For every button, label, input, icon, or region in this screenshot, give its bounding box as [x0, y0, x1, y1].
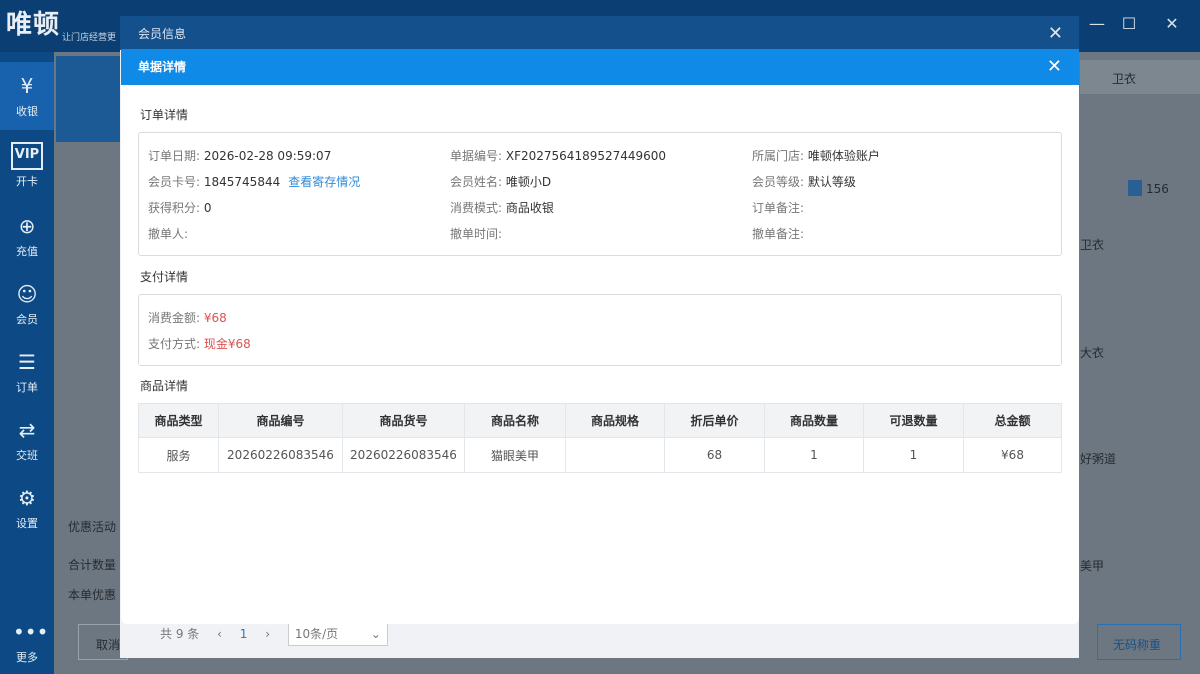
minimize-icon[interactable]: —	[1085, 14, 1109, 33]
member-icon: ☺	[16, 282, 38, 306]
app-logo: 唯顿	[6, 10, 61, 40]
order-note-field: 订单备注:	[752, 201, 805, 215]
window-close-icon[interactable]: ✕	[1160, 14, 1184, 33]
table-cell: 猫眼美甲	[464, 437, 566, 473]
goods-table: 商品类型 商品编号 商品货号 商品名称 商品规格 折后单价 商品数量 可退数量 …	[138, 403, 1062, 473]
bill-detail-title: 单据详情	[138, 60, 187, 74]
table-cell	[565, 437, 665, 473]
handover-icon: ⇄	[18, 418, 36, 442]
vip-card-icon: VIP	[11, 142, 43, 170]
table-cell: 68	[664, 437, 765, 473]
bill-detail-close-icon[interactable]: ✕	[1047, 49, 1062, 85]
revoker-field: 撤单人:	[148, 227, 189, 241]
bg-product-name[interactable]: 大衣	[1080, 344, 1104, 361]
table-row: 服务 20260226083546 20260226083546 猫眼美甲 68…	[138, 437, 1062, 473]
amount-field: 消费金额: ¥68	[148, 311, 227, 325]
sidebar-item-vip[interactable]: VIP 开卡	[0, 132, 54, 200]
table-cell: ¥68	[963, 437, 1062, 473]
column-header: 可退数量	[863, 403, 964, 438]
bg-badge-count: 156	[1146, 182, 1169, 196]
points-field: 获得积分: 0	[148, 201, 212, 215]
goods-section-title: 商品详情	[140, 379, 189, 393]
payment-section-title: 支付详情	[140, 270, 189, 284]
bg-promo-label: 优惠活动	[68, 520, 117, 534]
sidebar-item-handover[interactable]: ⇄ 交班	[0, 406, 54, 474]
member-name-field: 会员姓名: 唯顿小D	[450, 175, 552, 189]
sidebar-item-cashier[interactable]: ¥ 收银	[0, 62, 54, 130]
main-sidebar: ¥ 收银 VIP 开卡 ⊕ 充值 ☺ 会员 ☰ 订单 ⇄ 交班 ⚙ 设置 •••…	[0, 52, 54, 674]
member-info-header: 会员信息 ✕	[120, 16, 1079, 50]
chevron-down-icon: ⌄	[370, 627, 381, 641]
table-cell: 1	[764, 437, 864, 473]
member-info-title: 会员信息	[138, 27, 187, 41]
table-cell: 20260226083546	[218, 437, 343, 473]
revoke-note-field: 撤单备注:	[752, 227, 805, 241]
bg-discount-label: 本单优惠	[68, 588, 117, 602]
recharge-icon: ⊕	[18, 214, 36, 238]
cashier-icon: ¥	[20, 74, 34, 98]
column-header: 商品类型	[138, 403, 219, 438]
column-header: 商品编号	[218, 403, 343, 438]
maximize-icon[interactable]: ☐	[1117, 14, 1141, 33]
member-info-close-icon[interactable]: ✕	[1048, 16, 1063, 52]
table-cell: 20260226083546	[342, 437, 465, 473]
order-section-title: 订单详情	[140, 108, 189, 122]
pagination-total: 共 9 条	[160, 627, 200, 641]
card-no-field: 会员卡号: 1845745844 查看寄存情况	[148, 175, 361, 189]
bg-product-name[interactable]: 美甲	[1080, 557, 1104, 574]
member-avatar-card	[56, 56, 120, 142]
bg-product-name[interactable]: 好粥道	[1080, 450, 1116, 467]
column-header: 商品货号	[342, 403, 465, 438]
goods-table-header: 商品类型 商品编号 商品货号 商品名称 商品规格 折后单价 商品数量 可退数量 …	[138, 403, 1062, 438]
bg-tab-label[interactable]: 卫衣	[1112, 70, 1136, 87]
member-level-field: 会员等级: 默认等级	[752, 175, 856, 189]
sidebar-item-more[interactable]: ••• 更多	[0, 608, 54, 674]
order-icon: ☰	[18, 350, 36, 374]
more-icon: •••	[13, 620, 49, 644]
table-cell: 服务	[138, 437, 219, 473]
bill-detail-modal: 单据详情 ✕ 订单详情 订单日期: 2026-02-28 09:59:07 单据…	[121, 49, 1079, 624]
bg-tab-bar	[1080, 60, 1200, 94]
view-deposit-link[interactable]: 查看寄存情况	[288, 175, 360, 189]
page-size-select[interactable]: 10条/页 ⌄	[287, 622, 388, 646]
table-cell: 1	[863, 437, 964, 473]
order-date-field: 订单日期: 2026-02-28 09:59:07	[148, 149, 332, 163]
bill-no-field: 单据编号: XF2027564189527449600	[450, 149, 667, 163]
column-header: 商品规格	[565, 403, 665, 438]
payment-detail-box: 消费金额: ¥68 支付方式: 现金¥68	[138, 294, 1062, 366]
order-detail-box: 订单日期: 2026-02-28 09:59:07 单据编号: XF202756…	[138, 132, 1062, 256]
pagination-next-icon[interactable]: ›	[265, 627, 270, 641]
sidebar-item-member[interactable]: ☺ 会员	[0, 270, 54, 338]
bg-total-qty-label: 合计数量	[68, 558, 117, 572]
sidebar-item-order[interactable]: ☰ 订单	[0, 338, 54, 406]
pay-method-field: 支付方式: 现金¥68	[148, 337, 251, 351]
store-field: 所属门店: 唯顿体验账户	[752, 149, 880, 163]
column-header: 商品数量	[764, 403, 864, 438]
settings-icon: ⚙	[18, 486, 36, 510]
bg-product-name[interactable]: 卫衣	[1080, 236, 1104, 253]
sidebar-item-recharge[interactable]: ⊕ 充值	[0, 202, 54, 270]
column-header: 折后单价	[664, 403, 765, 438]
column-header: 商品名称	[464, 403, 566, 438]
bg-badge-icon	[1128, 180, 1142, 196]
bill-detail-header: 单据详情 ✕	[121, 49, 1079, 85]
consume-mode-field: 消费模式: 商品收银	[450, 201, 554, 215]
column-header: 总金额	[963, 403, 1062, 438]
sidebar-item-settings[interactable]: ⚙ 设置	[0, 474, 54, 542]
revoke-time-field: 撤单时间:	[450, 227, 503, 241]
pagination: 共 9 条 ‹ 1 › 10条/页 ⌄	[160, 622, 402, 646]
pagination-page-1[interactable]: 1	[240, 627, 248, 641]
pagination-prev-icon[interactable]: ‹	[217, 627, 222, 641]
app-slogan: 让门店经营更	[62, 33, 117, 43]
